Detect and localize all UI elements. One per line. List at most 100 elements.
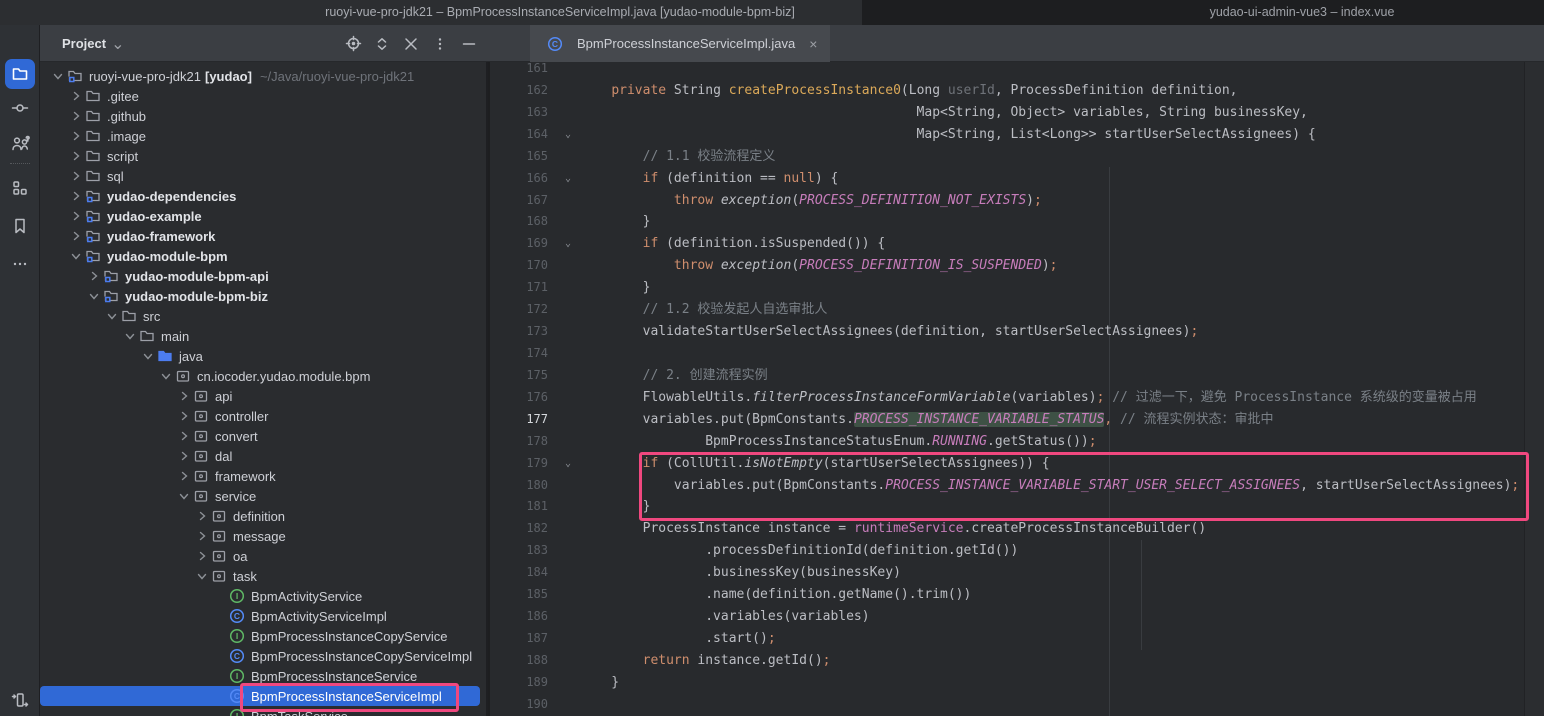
- chevron-down-icon[interactable]: [68, 248, 84, 264]
- code-text[interactable]: // 1.1 校验流程定义: [580, 146, 1524, 168]
- code-text[interactable]: FlowableUtils.filterProcessInstanceFormV…: [580, 387, 1524, 409]
- code-text[interactable]: .start();: [580, 628, 1524, 650]
- line-number[interactable]: 168: [490, 211, 556, 233]
- tree-item-sql[interactable]: sql: [40, 166, 486, 186]
- line-number[interactable]: 188: [490, 650, 556, 672]
- fold-chevron-icon[interactable]: ⌄: [556, 124, 580, 146]
- line-number[interactable]: 165: [490, 146, 556, 168]
- code-text[interactable]: // 2. 创建流程实例: [580, 365, 1524, 387]
- code-line-170[interactable]: 170 throw exception(PROCESS_DEFINITION_I…: [490, 255, 1524, 277]
- line-number[interactable]: 181: [490, 496, 556, 518]
- tree-item-yudao-dependencies[interactable]: yudao-dependencies: [40, 186, 486, 206]
- tree-item-BpmActivityService[interactable]: IBpmActivityService: [40, 586, 486, 606]
- fold-chevron-icon[interactable]: ⌄: [556, 233, 580, 255]
- terminal-tool-button[interactable]: [5, 685, 35, 715]
- code-line-169[interactable]: 169⌄ if (definition.isSuspended()) {: [490, 233, 1524, 255]
- code-text[interactable]: if (definition.isSuspended()) {: [580, 233, 1524, 255]
- tree-item-script[interactable]: script: [40, 146, 486, 166]
- code-text[interactable]: .name(definition.getName().trim()): [580, 584, 1524, 606]
- chevron-down-icon[interactable]: [194, 568, 210, 584]
- line-number[interactable]: 180: [490, 475, 556, 497]
- chevron-right-icon[interactable]: [194, 548, 210, 564]
- code-text[interactable]: private String createProcessInstance0(Lo…: [580, 80, 1524, 102]
- tree-item-main[interactable]: main: [40, 326, 486, 346]
- tree-item-src[interactable]: src: [40, 306, 486, 326]
- close-icon[interactable]: ×: [809, 37, 817, 51]
- code-line-166[interactable]: 166⌄ if (definition == null) {: [490, 168, 1524, 190]
- expand-selection-icon[interactable]: [373, 35, 391, 53]
- chevron-right-icon[interactable]: [68, 128, 84, 144]
- code-line-178[interactable]: 178 BpmProcessInstanceStatusEnum.RUNNING…: [490, 431, 1524, 453]
- commit-tool-button[interactable]: [5, 93, 35, 123]
- code-text[interactable]: variables.put(BpmConstants.PROCESS_INSTA…: [580, 409, 1524, 431]
- tree-item-yudao-module-bpm-api[interactable]: yudao-module-bpm-api: [40, 266, 486, 286]
- code-line-162[interactable]: 162 private String createProcessInstance…: [490, 80, 1524, 102]
- tree-item-yudao-module-bpm[interactable]: yudao-module-bpm: [40, 246, 486, 266]
- code-text[interactable]: Map<String, Object> variables, String bu…: [580, 102, 1524, 124]
- code-area[interactable]: 161162 private String createProcessInsta…: [490, 62, 1524, 716]
- code-text[interactable]: [580, 343, 1524, 365]
- tree-item-task[interactable]: task: [40, 566, 486, 586]
- chevron-right-icon[interactable]: [194, 508, 210, 524]
- pull-requests-tool-button[interactable]: ?: [5, 129, 35, 159]
- chevron-down-icon[interactable]: [158, 368, 174, 384]
- line-number[interactable]: 174: [490, 343, 556, 365]
- tree-item-.image[interactable]: .image: [40, 126, 486, 146]
- line-number[interactable]: 187: [490, 628, 556, 650]
- bookmarks-tool-button[interactable]: [5, 211, 35, 241]
- line-number[interactable]: 182: [490, 518, 556, 540]
- line-number[interactable]: 179: [490, 453, 556, 475]
- background-window-titlebar[interactable]: yudao-ui-admin-vue3 – index.vue: [862, 0, 1544, 25]
- chevron-down-icon[interactable]: [86, 288, 102, 304]
- code-line-161[interactable]: 161: [490, 62, 1524, 80]
- code-text[interactable]: throw exception(PROCESS_DEFINITION_IS_SU…: [580, 255, 1524, 277]
- code-line-184[interactable]: 184 .businessKey(businessKey): [490, 562, 1524, 584]
- chevron-right-icon[interactable]: [86, 268, 102, 284]
- fold-chevron-icon[interactable]: ⌄: [556, 453, 580, 475]
- code-text[interactable]: [580, 62, 1524, 80]
- code-text[interactable]: }: [580, 277, 1524, 299]
- code-text[interactable]: .businessKey(businessKey): [580, 562, 1524, 584]
- code-text[interactable]: if (definition == null) {: [580, 168, 1524, 190]
- code-text[interactable]: [580, 694, 1524, 716]
- collapse-all-icon[interactable]: [402, 35, 420, 53]
- code-line-188[interactable]: 188 return instance.getId();: [490, 650, 1524, 672]
- line-number[interactable]: 185: [490, 584, 556, 606]
- code-line-168[interactable]: 168 }: [490, 211, 1524, 233]
- line-number[interactable]: 171: [490, 277, 556, 299]
- chevron-right-icon[interactable]: [68, 208, 84, 224]
- code-text[interactable]: validateStartUserSelectAssignees(definit…: [580, 321, 1524, 343]
- code-text[interactable]: }: [580, 211, 1524, 233]
- tree-item-controller[interactable]: controller: [40, 406, 486, 426]
- tree-item-java[interactable]: java: [40, 346, 486, 366]
- code-text[interactable]: // 1.2 校验发起人自选审批人: [580, 299, 1524, 321]
- editor-scrollbar[interactable]: [1524, 62, 1544, 716]
- locate-file-icon[interactable]: [344, 35, 362, 53]
- tree-item-definition[interactable]: definition: [40, 506, 486, 526]
- code-line-177[interactable]: 177 variables.put(BpmConstants.PROCESS_I…: [490, 409, 1524, 431]
- chevron-right-icon[interactable]: [68, 228, 84, 244]
- line-number[interactable]: 173: [490, 321, 556, 343]
- line-number[interactable]: 186: [490, 606, 556, 628]
- chevron-down-icon[interactable]: [104, 308, 120, 324]
- tree-item-.gitee[interactable]: .gitee: [40, 86, 486, 106]
- tree-item-yudao-framework[interactable]: yudao-framework: [40, 226, 486, 246]
- code-text[interactable]: return instance.getId();: [580, 650, 1524, 672]
- code-line-183[interactable]: 183 .processDefinitionId(definition.getI…: [490, 540, 1524, 562]
- line-number[interactable]: 177: [490, 409, 556, 431]
- chevron-down-icon[interactable]: ⌄: [111, 34, 124, 54]
- tree-item-api[interactable]: api: [40, 386, 486, 406]
- chevron-right-icon[interactable]: [68, 148, 84, 164]
- code-line-176[interactable]: 176 FlowableUtils.filterProcessInstanceF…: [490, 387, 1524, 409]
- code-line-164[interactable]: 164⌄ Map<String, List<Long>> startUserSe…: [490, 124, 1524, 146]
- structure-tool-button[interactable]: [5, 173, 35, 203]
- tree-item-yudao-example[interactable]: yudao-example: [40, 206, 486, 226]
- code-line-171[interactable]: 171 }: [490, 277, 1524, 299]
- code-line-190[interactable]: 190: [490, 694, 1524, 716]
- line-number[interactable]: 190: [490, 694, 556, 716]
- project-panel-title[interactable]: Project: [62, 36, 106, 51]
- tree-item-message[interactable]: message: [40, 526, 486, 546]
- line-number[interactable]: 183: [490, 540, 556, 562]
- code-line-187[interactable]: 187 .start();: [490, 628, 1524, 650]
- tree-item-convert[interactable]: convert: [40, 426, 486, 446]
